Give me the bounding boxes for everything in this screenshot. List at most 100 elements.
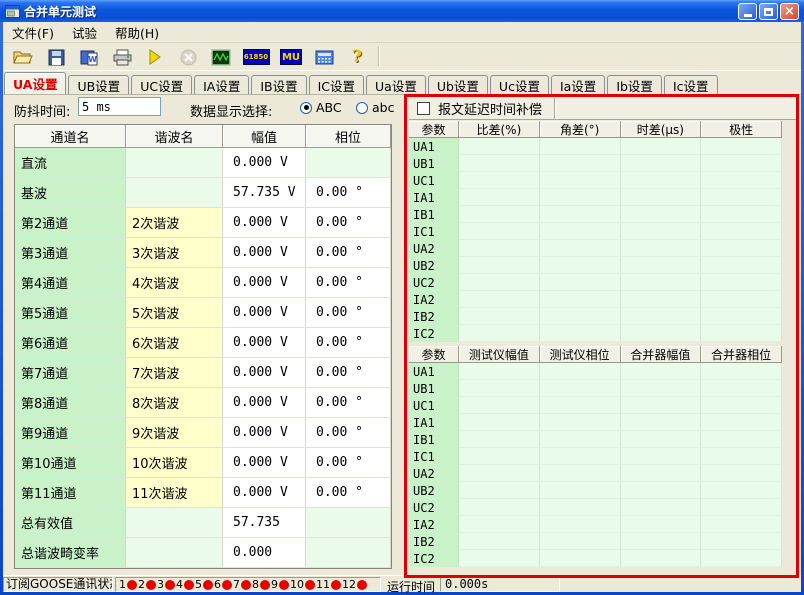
radio-abc-lower[interactable]: abc: [356, 100, 394, 115]
waveform-button[interactable]: [209, 46, 233, 68]
param-cell: IC1: [409, 223, 459, 240]
run-button[interactable]: [143, 46, 167, 68]
tab-setting[interactable]: Ic设置: [664, 75, 718, 94]
save-button[interactable]: [44, 46, 68, 68]
debounce-input[interactable]: [78, 97, 161, 116]
amplitude-cell[interactable]: 0.000 V: [223, 148, 306, 178]
goose-status-label: 订阅GOOSE通讯状态: [3, 577, 113, 592]
phase-cell[interactable]: 0.00 °: [306, 268, 391, 298]
amplitude-cell[interactable]: 0.000 V: [223, 238, 306, 268]
phase-cell[interactable]: 0.00 °: [306, 358, 391, 388]
tab-setting[interactable]: IA设置: [194, 75, 249, 94]
mu-phase-cell: [701, 380, 782, 397]
table-row: IB2: [409, 308, 782, 325]
radio-abc-upper[interactable]: ABC: [300, 100, 342, 115]
amplitude-cell[interactable]: 0.000 V: [223, 448, 306, 478]
phase-cell[interactable]: 0.00 °: [306, 328, 391, 358]
mu-amplitude-cell: [621, 431, 702, 448]
calculator-button[interactable]: [312, 46, 336, 68]
open-button[interactable]: [11, 46, 35, 68]
iec61850-icon: 61850: [243, 49, 270, 65]
mu-button[interactable]: MU: [279, 46, 303, 68]
tab-setting[interactable]: Ib设置: [607, 75, 662, 94]
phase-cell[interactable]: 0.00 °: [306, 178, 391, 208]
table-row: 第7通道 7次谐波 0.000 V 0.00 °: [15, 358, 391, 388]
angle-error-cell: [540, 206, 621, 223]
mu-amplitude-cell: [621, 414, 702, 431]
tab-setting[interactable]: UC设置: [131, 75, 192, 94]
stop-icon: [180, 49, 197, 66]
table-row: IC2: [409, 550, 782, 567]
harmonic-cell: [126, 178, 223, 208]
amplitude-cell[interactable]: 0.000 V: [223, 418, 306, 448]
amplitude-cell[interactable]: 0.000 V: [223, 478, 306, 508]
phase-cell[interactable]: 0.00 °: [306, 238, 391, 268]
mu-phase-cell: [701, 431, 782, 448]
radio-selected-icon: [300, 102, 312, 114]
amplitude-cell[interactable]: 0.000 V: [223, 358, 306, 388]
iec61850-button[interactable]: 61850: [242, 46, 270, 68]
phase-cell[interactable]: 0.00 °: [306, 388, 391, 418]
phase-cell[interactable]: 0.00 °: [306, 448, 391, 478]
tab-setting[interactable]: IC设置: [309, 75, 364, 94]
amplitude-cell[interactable]: 0.000 V: [223, 268, 306, 298]
open-folder-icon: [13, 49, 33, 65]
export-word-button[interactable]: W: [77, 46, 101, 68]
phase-cell[interactable]: [306, 538, 391, 568]
ratio-error-cell: [459, 274, 540, 291]
phase-cell[interactable]: [306, 148, 391, 178]
tab-setting[interactable]: Uc设置: [490, 75, 549, 94]
amplitude-cell[interactable]: 0.000 V: [223, 328, 306, 358]
tab-setting[interactable]: UB设置: [68, 75, 129, 94]
amplitude-cell[interactable]: 0.000: [223, 538, 306, 568]
tester-amplitude-cell: [459, 363, 540, 380]
radio-abc-upper-label: ABC: [316, 100, 342, 115]
tab-setting[interactable]: Ia设置: [551, 75, 605, 94]
ratio-error-cell: [459, 189, 540, 206]
menu-item[interactable]: 帮助(H): [106, 21, 168, 44]
phase-cell[interactable]: 0.00 °: [306, 298, 391, 328]
maximize-button[interactable]: [759, 3, 778, 20]
channel-cell: 直流: [15, 148, 126, 178]
phase-cell[interactable]: [306, 508, 391, 538]
amplitude-cell[interactable]: 57.735 V: [223, 178, 306, 208]
help-button[interactable]: ?: [345, 46, 369, 68]
close-button[interactable]: ×: [780, 3, 799, 20]
amplitude-cell[interactable]: 0.000 V: [223, 208, 306, 238]
menu-item[interactable]: 文件(F): [3, 21, 63, 44]
amplitude-cell[interactable]: 57.735: [223, 508, 306, 538]
tab-setting[interactable]: UA设置: [4, 72, 66, 94]
print-button[interactable]: [110, 46, 134, 68]
header-channel: 通道名: [15, 125, 126, 148]
tab-setting[interactable]: Ub设置: [428, 75, 488, 94]
delay-compensation-checkbox[interactable]: [417, 102, 430, 115]
phase-cell[interactable]: 0.00 °: [306, 208, 391, 238]
tester-amplitude-cell: [459, 431, 540, 448]
channel-cell: 第5通道: [15, 298, 126, 328]
window-border-left: [0, 22, 3, 595]
phase-cell[interactable]: 0.00 °: [306, 478, 391, 508]
amplitude-cell[interactable]: 0.000 V: [223, 388, 306, 418]
menu-item[interactable]: 试验: [63, 21, 106, 44]
tab-setting[interactable]: Ua设置: [366, 75, 426, 94]
tester-amplitude-cell: [459, 397, 540, 414]
titlebar[interactable]: 合并单元测试 ×: [0, 0, 804, 22]
minimize-button[interactable]: [738, 3, 757, 20]
phase-cell[interactable]: 0.00 °: [306, 418, 391, 448]
stop-button[interactable]: [176, 46, 200, 68]
time-error-cell: [621, 138, 702, 155]
table-row: UC1: [409, 397, 782, 414]
amplitude-cell[interactable]: 0.000 V: [223, 298, 306, 328]
param-cell: UB1: [409, 380, 459, 397]
indicator-number: 8: [252, 579, 259, 590]
param-cell: UB2: [409, 482, 459, 499]
goose-indicator: 7: [233, 579, 252, 590]
mu-amplitude-cell: [621, 516, 702, 533]
tab-setting[interactable]: IB设置: [251, 75, 306, 94]
delay-compensation-bar: 报文延迟时间补偿: [409, 98, 796, 120]
tester-phase-cell: [540, 363, 621, 380]
channel-cell: 总有效值: [15, 508, 126, 538]
angle-error-cell: [540, 189, 621, 206]
goose-indicator: 12: [342, 579, 368, 590]
header-tester-phase: 测试仪相位: [540, 346, 621, 363]
